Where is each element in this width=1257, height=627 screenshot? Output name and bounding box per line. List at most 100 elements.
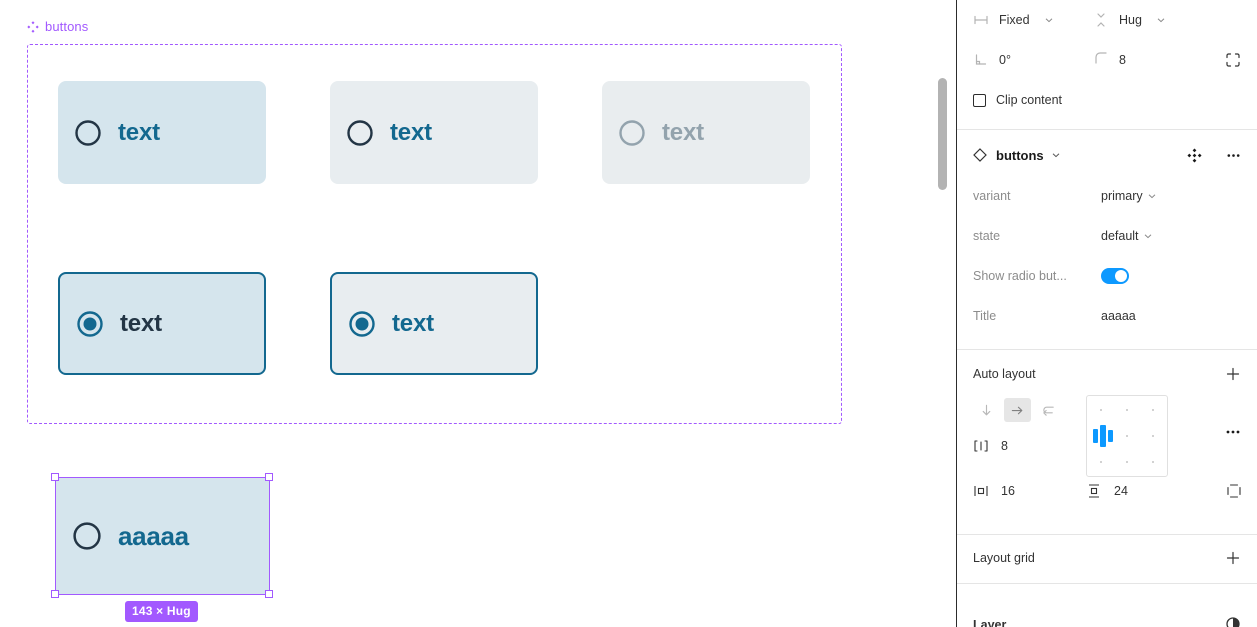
component-diamond-icon [27,20,39,33]
arrow-down-icon [982,404,991,415]
alignment-grid[interactable] [1086,395,1168,477]
divider [957,583,1257,584]
vertical-padding-icon [1089,484,1099,498]
selected-button-instance[interactable]: aaaaa [55,477,270,595]
clip-content-row[interactable]: Clip content [973,80,1241,120]
align-indicator-bar [1093,429,1098,443]
plus-icon[interactable] [1225,366,1241,382]
selection-handle-bottom-left[interactable] [51,590,59,598]
align-dot[interactable] [1100,409,1102,411]
design-canvas[interactable]: buttons text text text text text aaaaa 1… [0,0,956,627]
auto-layout-controls: 8 16 24 [973,394,1241,534]
clip-content-control[interactable]: Clip content [973,93,1062,107]
corner-radius-control[interactable]: 8 [1093,52,1126,68]
button-disabled[interactable]: text [602,81,810,184]
swap-instance-icon[interactable] [1187,147,1202,163]
property-label: Show radio but... [973,269,1067,283]
gap-spacing-icon [974,440,988,452]
chevron-down-icon[interactable] [1051,150,1061,160]
direction-horizontal-button[interactable] [1004,398,1031,422]
clip-content-label: Clip content [996,93,1063,107]
component-header-actions [1187,147,1241,163]
property-label: Title [973,309,997,323]
auto-layout-padding-row: 16 24 [973,483,1242,499]
button-secondary-default[interactable]: text [330,81,538,184]
layer-section-title: Layer [973,618,1007,627]
align-dot[interactable] [1100,461,1102,463]
align-indicator-bar [1100,425,1106,447]
width-mode-control[interactable]: Fixed [973,12,1093,28]
selection-handle-bottom-right[interactable] [265,590,273,598]
radio-filled-teal-icon [349,310,375,337]
property-label: variant [973,189,1011,203]
horizontal-padding-value: 16 [1001,484,1015,498]
auto-layout-header: Auto layout [973,354,1241,394]
button-primary-selected[interactable]: text [58,272,266,375]
canvas-vertical-scrollbar[interactable] [938,78,947,190]
align-dot[interactable] [1152,435,1154,437]
button-primary-default[interactable]: text [58,81,266,184]
property-value: primary [1101,189,1143,203]
plus-icon[interactable] [1225,550,1241,566]
button-row-selected: text text [58,272,538,375]
component-property-state[interactable]: state default [973,216,1241,256]
angle-icon [975,54,987,65]
component-header[interactable]: buttons [973,134,1241,176]
auto-layout-section: Auto layout 8 16 24 [957,350,1257,534]
radio-filled-teal-icon [77,310,103,337]
more-options-icon[interactable] [1225,424,1241,440]
component-property-title[interactable]: Title aaaaa [973,296,1241,336]
button-label: text [118,118,160,146]
corner-radius-icon [1095,52,1107,64]
direction-vertical-button[interactable] [973,398,1000,422]
chevron-down-icon [1045,18,1052,23]
selection-handle-top-left[interactable] [51,473,59,481]
auto-layout-title: Auto layout [973,367,1036,381]
auto-layout-direction-group [973,398,1062,422]
button-label: text [120,309,162,337]
property-value: default [1101,229,1139,243]
rotation-control[interactable]: 0° [973,52,1093,68]
individual-padding-icon[interactable] [1226,483,1242,499]
chevron-down-icon [1148,194,1156,199]
align-dot[interactable] [1152,461,1154,463]
properties-panel: Fixed Hug 0° 8 Clip content buttons vari… [956,0,1257,627]
clip-content-checkbox[interactable] [973,93,986,107]
button-secondary-selected[interactable]: text [330,272,538,375]
property-value-wrap[interactable]: default [1101,229,1153,243]
component-property-show-radio[interactable]: Show radio but... [973,256,1241,296]
height-mode-control[interactable]: Hug [1093,12,1166,28]
align-dot[interactable] [1152,409,1154,411]
more-options-icon[interactable] [1226,148,1241,163]
button-label: text [662,118,704,146]
selection-handle-top-right[interactable] [265,473,273,481]
blend-mode-icon[interactable] [1225,616,1241,627]
layout-grid-title: Layout grid [973,551,1035,565]
horizontal-padding-icon [974,486,988,496]
size-mode-row: Fixed Hug [973,0,1241,40]
horizontal-padding-control[interactable]: 16 [973,483,1086,499]
layout-grid-section: Layout grid [957,535,1257,578]
property-value-wrap[interactable]: aaaaa [1101,309,1136,323]
align-dot[interactable] [1126,435,1128,437]
property-label: state [973,229,1001,243]
component-frame-label[interactable]: buttons [27,19,88,34]
align-dot[interactable] [1126,461,1128,463]
component-property-variant[interactable]: variant primary [973,176,1241,216]
radio-empty-dark-icon [75,119,101,146]
auto-layout-gap-control[interactable]: 8 [973,438,1008,454]
button-label: text [390,118,432,146]
direction-wrap-button[interactable] [1035,398,1062,422]
property-value-wrap[interactable] [1101,268,1129,284]
show-radio-toggle[interactable] [1101,268,1129,284]
radio-empty-dark-icon [347,119,373,146]
property-value-wrap[interactable]: primary [1101,189,1157,203]
layout-grid-header: Layout grid [973,538,1241,578]
radio-empty-gray-icon [619,119,645,146]
frame-properties-section: Fixed Hug 0° 8 Clip content [957,0,1257,120]
vertical-padding-control[interactable]: 24 [1086,483,1206,499]
independent-corners-icon[interactable] [1225,52,1241,68]
component-diamond-icon [973,148,987,162]
selected-instance-label: aaaaa [118,520,189,551]
align-dot[interactable] [1126,409,1128,411]
